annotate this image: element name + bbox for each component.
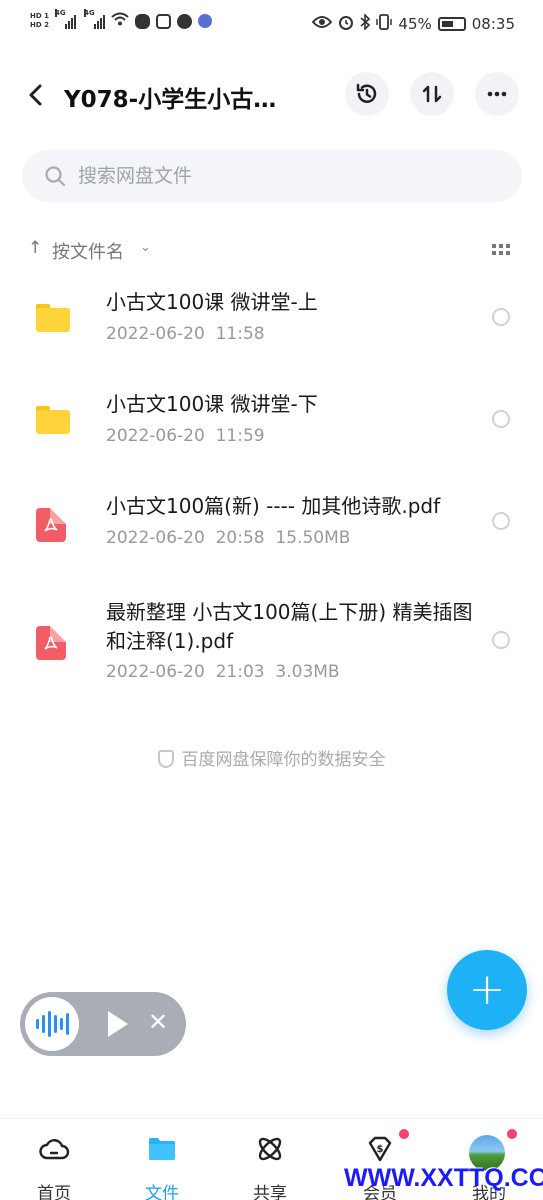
more-icon (487, 91, 507, 97)
file-name: 最新整理 小古文100篇(上下册) 精美插图和注释(1).pdf (106, 600, 473, 653)
grid-view-icon[interactable] (492, 244, 510, 256)
hd1-label: HD 1 (30, 12, 49, 20)
file-name: 小古文100课 微讲堂-下 (106, 392, 318, 416)
hd-indicator: HD 1 HD 2 (30, 12, 49, 30)
tab-home-label: 首页 (37, 1184, 71, 1200)
sort-transfer-icon (422, 85, 442, 103)
membership-badge (399, 1129, 409, 1139)
signal-1-icon: 4G (54, 9, 76, 29)
file-meta: 2022-06-20 11:58 (106, 324, 265, 344)
security-note: 百度网盘保障你的数据安全 (0, 745, 543, 770)
folder-tab-icon (149, 1138, 175, 1160)
add-button[interactable]: + (447, 950, 527, 1030)
chevron-down-icon[interactable]: ⌄ (140, 240, 151, 255)
back-icon[interactable] (22, 80, 52, 110)
file-meta: 2022-06-20 11:59 (106, 426, 265, 446)
select-radio[interactable] (492, 631, 510, 649)
network-2-label: 4G (83, 9, 95, 17)
eye-icon (312, 15, 333, 33)
svg-text:$: $ (377, 1144, 384, 1155)
select-radio[interactable] (492, 410, 510, 428)
more-button[interactable] (475, 72, 519, 116)
file-list: 小古文100课 微讲堂-上 2022-06-20 11:58 小古文100课 微… (0, 278, 543, 714)
select-radio[interactable] (492, 512, 510, 530)
transfer-button[interactable] (410, 72, 454, 116)
sort-by-name-button[interactable]: 按文件名 (52, 238, 124, 264)
file-meta: 2022-06-20 21:03 3.03MB (106, 662, 340, 682)
me-badge (507, 1129, 517, 1139)
vip-diamond-icon: $ (368, 1136, 392, 1162)
audio-wave-icon (25, 997, 79, 1051)
shield-icon (157, 750, 174, 768)
floating-audio-player[interactable]: ✕ (20, 992, 186, 1056)
app-notification-icon (155, 13, 171, 29)
clock: 08:35 (471, 15, 515, 33)
status-bar: HD 1 HD 2 4G 4G 45% 08:35 (0, 0, 543, 56)
pdf-icon (36, 508, 66, 542)
search-icon (45, 166, 66, 187)
status-right: 45% 08:35 (312, 13, 515, 34)
security-note-text: 百度网盘保障你的数据安全 (181, 750, 386, 770)
folder-icon (36, 304, 70, 332)
close-icon[interactable]: ✕ (148, 1008, 168, 1036)
play-icon[interactable] (108, 1011, 128, 1037)
top-app-bar: Y078-小学生小古… (0, 68, 543, 124)
pdf-icon (36, 626, 66, 660)
battery-percent: 45% (398, 15, 432, 33)
tab-files-label: 文件 (145, 1184, 179, 1200)
select-radio[interactable] (492, 308, 510, 326)
wifi-icon (111, 12, 129, 30)
hd2-label: HD 2 (30, 21, 49, 29)
tab-home[interactable]: 首页 (0, 1119, 108, 1200)
alarm-icon (338, 14, 354, 34)
sort-row: ↑ 按文件名 ⌄ (28, 236, 518, 266)
plus-icon: + (468, 964, 506, 1015)
tab-files[interactable]: 文件 (108, 1119, 216, 1200)
folder-icon (36, 406, 70, 434)
bluetooth-icon (360, 13, 371, 34)
wechat-icon (134, 13, 150, 29)
list-item[interactable]: 最新整理 小古文100篇(上下册) 精美插图和注释(1).pdf 2022-06… (0, 584, 543, 714)
page-title: Y078-小学生小古… (64, 87, 277, 113)
search-input[interactable] (78, 160, 498, 192)
file-name: 小古文100篇(新) ---- 加其他诗歌.pdf (106, 494, 441, 518)
watermark: WWW.XXTTQ.COM (344, 1164, 543, 1192)
file-name: 小古文100课 微讲堂-上 (106, 290, 318, 314)
cloud-home-icon (39, 1139, 70, 1160)
sort-direction-icon[interactable]: ↑ (28, 238, 42, 258)
history-button[interactable] (345, 72, 389, 116)
list-item[interactable]: 小古文100课 微讲堂-下 2022-06-20 11:59 (0, 380, 543, 482)
atom-share-icon (258, 1137, 282, 1161)
signal-2-icon: 4G (83, 9, 105, 29)
history-icon (356, 83, 377, 103)
status-left: HD 1 HD 2 4G 4G (30, 9, 212, 30)
battery-icon (437, 17, 466, 31)
vibrate-icon (376, 14, 393, 34)
file-meta: 2022-06-20 20:58 15.50MB (106, 528, 351, 548)
tab-share[interactable]: 共享 (216, 1119, 324, 1200)
search-bar[interactable] (22, 150, 522, 202)
browser-icon (176, 13, 192, 29)
baidu-icon (197, 14, 212, 28)
list-item[interactable]: 小古文100篇(新) ---- 加其他诗歌.pdf 2022-06-20 20:… (0, 482, 543, 584)
list-item[interactable]: 小古文100课 微讲堂-上 2022-06-20 11:58 (0, 278, 543, 380)
network-1-label: 4G (54, 9, 66, 17)
tab-share-label: 共享 (253, 1184, 287, 1200)
